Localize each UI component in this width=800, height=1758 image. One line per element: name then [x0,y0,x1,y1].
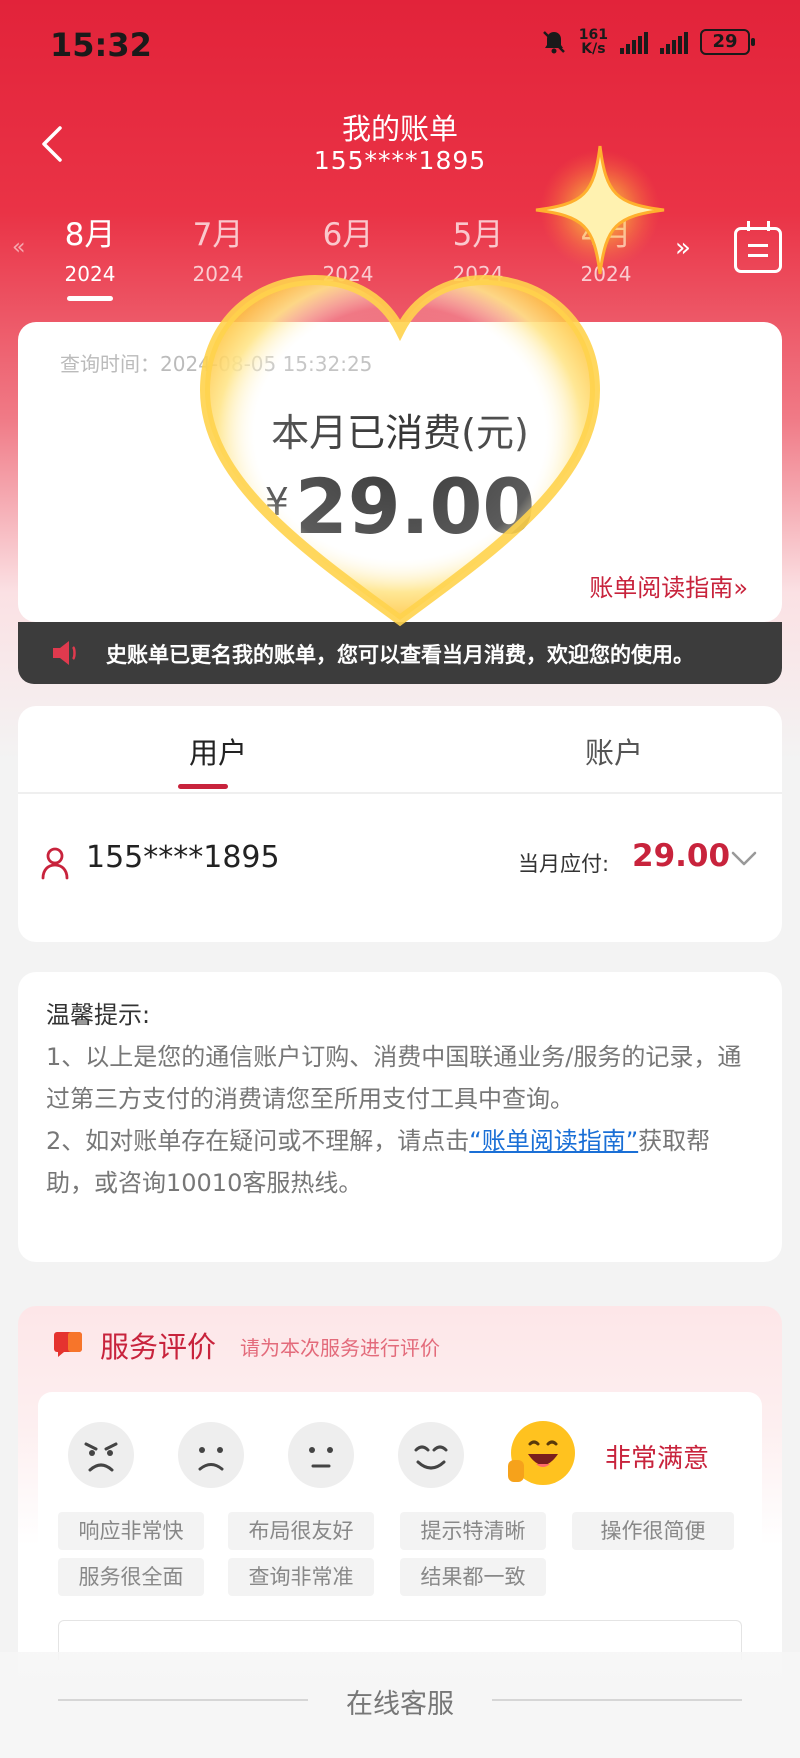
status-bar: 15:32 161 K/s 29 [0,0,800,92]
tips-guide-link[interactable]: “账单阅读指南” [469,1127,638,1155]
tag-chip[interactable]: 结果都一致 [400,1558,546,1596]
net-speed-value: 161 [578,27,608,43]
spent-label: 本月已消费(元) [271,411,529,455]
double-chevron-icon: » [733,574,748,602]
service-evaluation-card: 服务评价 请为本次服务进行评价 非常满意 响应非常快 布局很友好 提示特清晰 操… [18,1306,782,1706]
bottom-bar: 在线客服 [0,1652,800,1758]
currency-symbol: ¥ [264,480,289,524]
laughing-face-icon[interactable] [506,1420,576,1490]
tips-line-2: 2、如对账单存在疑问或不理解，请点击“账单阅读指南”获取帮助，或咨询10010客… [46,1120,754,1204]
query-time: 查询时间：2024-08-05 15:32:25 [60,352,373,376]
speaker-icon [53,641,76,665]
month-label: 5月 [452,217,504,253]
month-tab-apr[interactable]: 4月 2024 [556,209,656,286]
notice-text: 史账单已更名我的账单，您可以查看当月消费，欢迎您的使用。 [106,643,694,667]
net-speed-unit: K/s [581,41,606,57]
neutral-face-icon[interactable] [286,1420,356,1490]
smile-face-icon[interactable] [396,1420,466,1490]
month-label: 7月 [192,217,244,253]
tag-chip[interactable]: 提示特清晰 [400,1512,546,1550]
tag-chip[interactable]: 查询非常准 [228,1558,374,1596]
battery-icon: 29 [700,29,755,55]
month-active-underline [67,296,113,301]
due-label: 当月应付: [518,852,610,876]
bill-summary-card: 查询时间：2024-08-05 15:32:25 本月已消费(元) ¥29.00… [18,322,782,622]
tab-user[interactable]: 用户 [118,730,318,772]
month-tab-may[interactable]: 5月 2024 [428,209,528,286]
month-year: 2024 [64,262,116,286]
month-tab-aug[interactable]: 8月 2024 [40,209,140,301]
page-title: 我的账单 [341,112,458,146]
evaluation-subtitle: 请为本次服务进行评价 [240,1336,440,1360]
amount-value: 29.00 [294,462,536,551]
angry-face-icon[interactable] [66,1420,136,1490]
notice-bar: 史账单已更名我的账单，您可以查看当月消费，欢迎您的使用。 [18,622,782,684]
tips-card: 温馨提示: 1、以上是您的通信账户订购、消费中国联通业务/服务的记录，通过第三方… [18,972,782,1262]
selected-rating-label: 非常满意 [605,1444,710,1474]
tips-heading: 温馨提示: [46,1001,151,1029]
net-speed: 161 K/s [579,28,608,56]
chevron-down-icon[interactable] [730,850,758,868]
month-year: 2024 [192,262,244,286]
page-subtitle-phone: 155****1895 [313,146,487,175]
evaluation-title: 服务评价 [100,1330,217,1364]
month-tab-jun[interactable]: 6月 2024 [298,209,398,286]
sad-face-icon[interactable] [176,1420,246,1490]
calendar-icon[interactable] [734,221,782,273]
month-tab-jul[interactable]: 7月 2024 [168,209,268,286]
status-icons: 161 K/s 29 [541,28,755,56]
months-next-icon[interactable]: » [675,233,691,263]
tab-divider [18,792,782,794]
signal-1-icon [620,30,648,54]
due-value: 29.00 [632,838,731,874]
mute-bell-icon [542,31,565,54]
month-label: 6月 [322,217,374,253]
months-prev-icon[interactable]: « [12,235,25,260]
tag-chip[interactable]: 响应非常快 [58,1512,204,1550]
bill-guide-link[interactable]: 账单阅读指南» [589,568,748,603]
month-label: 4月 [580,217,632,253]
chat-flag-icon [54,1332,82,1357]
signal-2-icon [660,30,688,54]
user-icon [41,847,69,880]
online-service-button[interactable]: 在线客服 [0,1682,800,1721]
tab-account[interactable]: 账户 [514,730,714,772]
bill-guide-label: 账单阅读指南 [589,574,734,602]
tab-active-underline [178,784,228,789]
month-tabs: « 8月 2024 7月 2024 6月 2024 5月 2024 4月 202… [0,205,800,305]
account-card: 用户 账户 155****1895 当月应付: 29.00 [18,706,782,942]
month-label: 8月 [64,217,116,253]
status-time: 15:32 [50,26,152,64]
tag-chip[interactable]: 操作很简便 [572,1512,734,1550]
divider-right [492,1699,742,1701]
month-year: 2024 [322,262,374,286]
month-year: 2024 [580,262,632,286]
tag-chip[interactable]: 布局很友好 [228,1512,374,1550]
tag-chip[interactable]: 服务很全面 [58,1558,204,1596]
month-year: 2024 [452,262,504,286]
tips-line-2-text: 2、如对账单存在疑问或不理解，请点击 [46,1127,470,1155]
tips-line-1: 1、以上是您的通信账户订购、消费中国联通业务/服务的记录，通过第三方支付的消费请… [46,1043,742,1113]
user-phone: 155****1895 [86,840,280,875]
spent-amount: ¥29.00 [18,462,782,551]
